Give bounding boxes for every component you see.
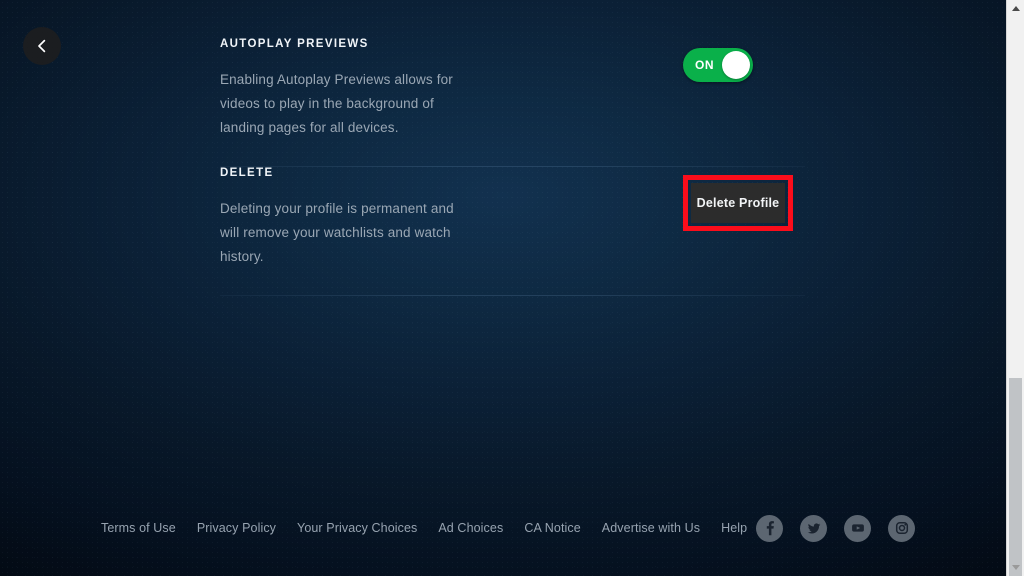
instagram-icon[interactable] <box>888 514 915 542</box>
footer-link-help[interactable]: Help <box>721 521 747 535</box>
settings-row-delete: DELETE Deleting your profile is permanen… <box>220 167 805 295</box>
profile-settings-page: AUTOPLAY PREVIEWS Enabling Autoplay Prev… <box>0 0 1006 576</box>
page-scrollbar[interactable] <box>1006 0 1024 576</box>
section-divider <box>220 295 805 296</box>
back-button[interactable] <box>23 27 61 65</box>
browser-viewport: AUTOPLAY PREVIEWS Enabling Autoplay Prev… <box>0 0 1024 576</box>
facebook-icon[interactable] <box>756 514 783 542</box>
settings-row-text: AUTOPLAY PREVIEWS Enabling Autoplay Prev… <box>220 38 510 140</box>
footer-link-list: Terms of Use Privacy Policy Your Privacy… <box>101 521 747 535</box>
footer-link-ad-choices[interactable]: Ad Choices <box>438 521 503 535</box>
settings-row-control: ON <box>605 38 805 82</box>
scrollbar-down-button[interactable] <box>1007 559 1024 576</box>
settings-row-title: DELETE <box>220 167 274 179</box>
settings-row-text: DELETE Deleting your profile is permanen… <box>220 167 510 269</box>
social-link-list <box>756 514 915 542</box>
page-footer: Terms of Use Privacy Policy Your Privacy… <box>0 480 1006 576</box>
chevron-left-icon <box>34 38 50 54</box>
footer-link-privacy-policy[interactable]: Privacy Policy <box>197 521 276 535</box>
autoplay-previews-toggle[interactable]: ON <box>683 48 753 82</box>
settings-row-description: Deleting your profile is permanent and w… <box>220 201 454 264</box>
footer-link-terms-of-use[interactable]: Terms of Use <box>101 521 176 535</box>
settings-row-control: Delete Profile <box>605 167 805 231</box>
footer-link-advertise-with-us[interactable]: Advertise with Us <box>602 521 700 535</box>
twitter-icon[interactable] <box>800 514 827 542</box>
triangle-up-icon <box>1011 6 1020 11</box>
settings-list: AUTOPLAY PREVIEWS Enabling Autoplay Prev… <box>220 38 805 296</box>
scrollbar-up-button[interactable] <box>1007 0 1024 17</box>
scrollbar-thumb[interactable] <box>1009 378 1022 576</box>
settings-row-title: AUTOPLAY PREVIEWS <box>220 38 369 50</box>
footer-link-your-privacy-choices[interactable]: Your Privacy Choices <box>297 521 417 535</box>
triangle-down-icon <box>1011 565 1020 570</box>
youtube-icon[interactable] <box>844 514 871 542</box>
delete-profile-button[interactable]: Delete Profile <box>691 183 785 223</box>
settings-row-autoplay-previews: AUTOPLAY PREVIEWS Enabling Autoplay Prev… <box>220 38 805 166</box>
toggle-knob[interactable] <box>722 51 750 79</box>
highlight-annotation: Delete Profile <box>683 175 793 231</box>
footer-link-ca-notice[interactable]: CA Notice <box>524 521 580 535</box>
toggle-state-label: ON <box>695 58 715 72</box>
settings-row-description: Enabling Autoplay Previews allows for vi… <box>220 72 453 135</box>
